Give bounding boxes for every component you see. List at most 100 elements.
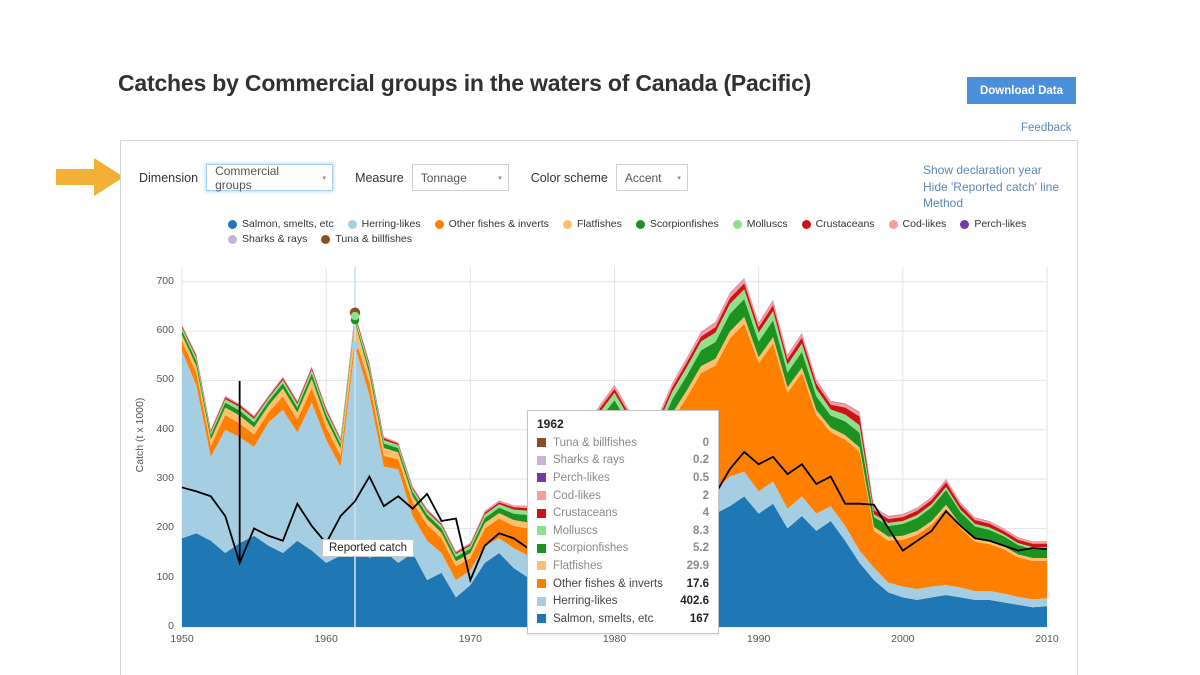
tooltip-color-swatch-icon: [537, 561, 546, 571]
tooltip-row: Crustaceans 4: [537, 504, 709, 522]
tooltip-color-swatch-icon: [537, 614, 546, 624]
tooltip-series-name: Tuna & billfishes: [553, 436, 637, 449]
legend-color-dot-icon: [732, 219, 742, 229]
show-declaration-year-link[interactable]: Show declaration year: [923, 162, 1059, 179]
chevron-down-icon: ▾: [498, 174, 502, 182]
series-values-tooltip: 1962 Tuna & billfishes 0 Sharks & rays 0.2 P…: [527, 410, 719, 634]
color-scheme-select-value: Accent: [624, 170, 662, 185]
reported-catch-tooltip: Reported catch: [322, 539, 414, 557]
tooltip-series-name: Other fishes & inverts: [553, 577, 663, 590]
tooltip-series-name: Sharks & rays: [553, 454, 625, 467]
tooltip-color-swatch-icon: [537, 579, 546, 589]
legend-color-dot-icon: [434, 219, 444, 229]
chart-legend: Salmon, smelts, etc Herring-likes Other fi…: [228, 218, 1048, 248]
color-scheme-select[interactable]: Accent ▾: [615, 164, 688, 191]
legend-item-label: Other fishes & inverts: [448, 218, 549, 230]
dimension-label: Dimension: [139, 170, 199, 185]
legend-item[interactable]: Salmon, smelts, etc: [228, 218, 334, 230]
x-axis-tick-label: 2010: [1035, 633, 1059, 645]
legend-item[interactable]: Flatfishes: [562, 218, 622, 230]
tooltip-row: Herring-likes 402.6: [537, 592, 709, 610]
tooltip-color-swatch-icon: [537, 543, 546, 553]
tooltip-series-value: 0.2: [693, 454, 709, 467]
chevron-down-icon: ▾: [322, 174, 327, 182]
tooltip-row: Scorpionfishes 5.2: [537, 540, 709, 558]
tooltip-color-swatch-icon: [537, 455, 546, 465]
tooltip-series-value: 29.9: [686, 559, 709, 572]
y-axis-tick-label: 300: [156, 472, 174, 485]
legend-color-dot-icon: [228, 219, 237, 229]
measure-select-value: Tonnage: [420, 170, 467, 185]
tooltip-series-value: 402.6: [680, 595, 709, 608]
y-axis-title: Catch (t x 1000): [134, 397, 146, 473]
dimension-select[interactable]: Commercial groups ▾: [206, 163, 334, 192]
tooltip-series-name: Flatfishes: [553, 559, 603, 572]
measure-select[interactable]: Tonnage ▾: [411, 164, 509, 191]
tooltip-series-value: 2: [702, 489, 709, 502]
legend-item[interactable]: Other fishes & inverts: [434, 218, 549, 230]
hide-reported-catch-line-link[interactable]: Hide 'Reported catch' line: [923, 179, 1059, 196]
legend-item[interactable]: Sharks & rays: [228, 233, 307, 245]
page-root: Catches by Commercial groups in the wate…: [0, 0, 1200, 675]
legend-color-dot-icon: [321, 234, 331, 244]
download-data-button[interactable]: Download Data: [967, 77, 1076, 104]
tooltip-series-value: 8.3: [693, 524, 709, 537]
tooltip-row: Molluscs 8.3: [537, 522, 709, 540]
tooltip-color-swatch-icon: [537, 473, 546, 483]
tooltip-year: 1962: [537, 417, 564, 431]
tooltip-color-swatch-icon: [537, 491, 546, 501]
legend-color-dot-icon: [635, 219, 645, 229]
legend-item[interactable]: Tuna & billfishes: [321, 233, 412, 245]
tooltip-row: Tuna & billfishes 0: [537, 434, 709, 452]
legend-item-label: Molluscs: [746, 218, 788, 230]
legend-item[interactable]: Herring-likes: [347, 218, 421, 230]
legend-item[interactable]: Perch-likes: [960, 218, 1026, 230]
dimension-select-value: Commercial groups: [215, 163, 280, 192]
y-axis-tick-label: 100: [156, 570, 174, 583]
tooltip-series-value: 167: [689, 612, 709, 625]
legend-color-dot-icon: [801, 219, 811, 229]
chart-card: Dimension Commercial groups ▾ Measure To…: [120, 140, 1078, 675]
tooltip-series-value: 17.6: [686, 577, 709, 590]
color-scheme-label: Color scheme: [530, 170, 608, 185]
method-link[interactable]: Method: [923, 195, 1059, 212]
legend-item[interactable]: Molluscs: [732, 218, 788, 230]
tooltip-color-swatch-icon: [537, 438, 546, 448]
measure-label: Measure: [355, 170, 404, 185]
tooltip-color-swatch-icon: [537, 526, 546, 536]
y-axis-tick-label: 0: [168, 620, 174, 632]
tooltip-series-name: Cod-likes: [553, 489, 601, 502]
tooltip-row: Other fishes & inverts 17.6: [537, 575, 709, 593]
y-axis-tick-label: 500: [156, 373, 174, 386]
tooltip-color-swatch-icon: [537, 596, 546, 606]
tooltip-series-name: Crustaceans: [553, 507, 618, 520]
tooltip-series-name: Herring-likes: [553, 595, 618, 608]
x-axis-tick-label: 1990: [746, 633, 771, 645]
tooltip-row: Salmon, smelts, etc 167: [537, 610, 709, 628]
tooltip-series-name: Salmon, smelts, etc: [553, 612, 654, 625]
feedback-link[interactable]: Feedback: [1021, 122, 1072, 134]
legend-item-label: Salmon, smelts, etc: [242, 218, 334, 230]
legend-color-dot-icon: [562, 219, 572, 229]
side-links: Show declaration year Hide 'Reported cat…: [923, 162, 1059, 212]
legend-item-label: Perch-likes: [974, 218, 1027, 230]
tooltip-series-value: 0: [702, 436, 709, 449]
legend-color-dot-icon: [347, 219, 357, 229]
legend-item-label: Sharks & rays: [242, 233, 308, 245]
legend-item[interactable]: Scorpionfishes: [635, 218, 719, 230]
tooltip-row: Sharks & rays 0.2: [537, 452, 709, 470]
tooltip-series-name: Scorpionfishes: [553, 542, 629, 555]
legend-item-label: Scorpionfishes: [649, 218, 719, 230]
y-axis-tick-label: 600: [156, 324, 174, 337]
controls-row: Dimension Commercial groups ▾ Measure To…: [139, 163, 710, 192]
legend-item[interactable]: Cod-likes: [888, 218, 946, 230]
arrow-pointer-icon: [56, 158, 124, 196]
tooltip-rows: Tuna & billfishes 0 Sharks & rays 0.2 Perch-…: [537, 434, 709, 628]
tooltip-series-value: 0.5: [693, 471, 709, 484]
tooltip-series-value: 4: [702, 507, 709, 520]
legend-color-dot-icon: [228, 234, 237, 244]
legend-item[interactable]: Crustaceans: [801, 218, 875, 230]
x-axis-tick-label: 2000: [891, 633, 915, 645]
chevron-down-icon: ▾: [677, 174, 681, 182]
tooltip-row: Cod-likes 2: [537, 487, 709, 505]
